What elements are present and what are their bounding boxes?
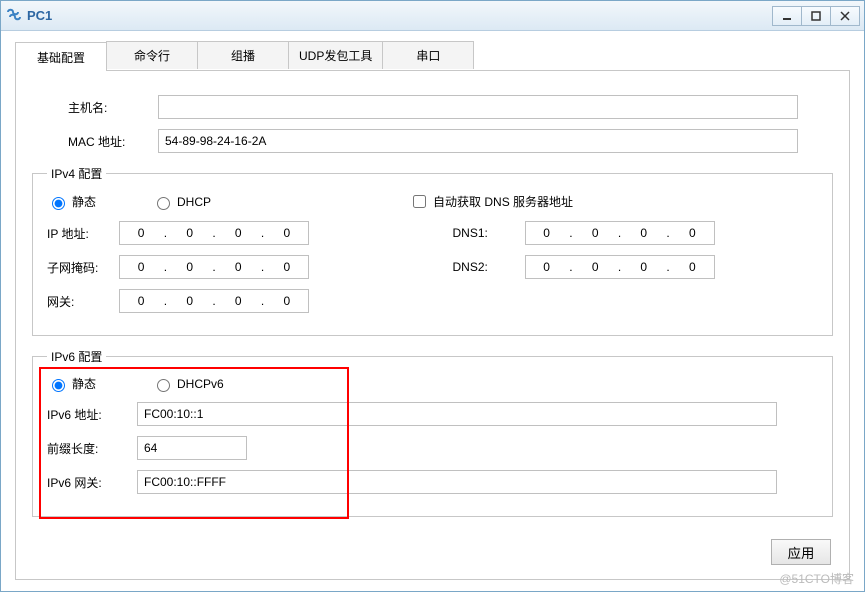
dns2-input[interactable]: 0.0.0.0 <box>525 255 715 279</box>
prefix-input[interactable] <box>137 436 247 460</box>
hostname-label: 主机名: <box>68 99 158 116</box>
ipv4-static-radio[interactable]: 静态 <box>47 193 96 210</box>
dns2-label: DNS2: <box>453 260 525 274</box>
prefix-label: 前缀长度: <box>47 440 137 457</box>
app-window: PC1 基础配置 命令行 组播 UDP发包工具 串口 主机名: MAC 地址: <box>0 0 865 592</box>
maximize-button[interactable] <box>801 6 831 26</box>
close-button[interactable] <box>830 6 860 26</box>
titlebar: PC1 <box>1 1 864 31</box>
dns1-label: DNS1: <box>453 226 525 240</box>
tab-basic[interactable]: 基础配置 <box>15 42 107 71</box>
ipv4-dhcp-radio[interactable]: DHCP <box>152 194 211 210</box>
ipv6addr-input[interactable] <box>137 402 777 426</box>
window-title: PC1 <box>27 8 773 23</box>
client-area: 基础配置 命令行 组播 UDP发包工具 串口 主机名: MAC 地址: IPv4… <box>1 31 864 591</box>
app-icon <box>5 7 23 25</box>
dns1-input[interactable]: 0.0.0.0 <box>525 221 715 245</box>
apply-button[interactable]: 应用 <box>771 539 831 565</box>
auto-dns-checkbox[interactable]: 自动获取 DNS 服务器地址 <box>409 192 573 211</box>
tab-multicast[interactable]: 组播 <box>197 41 289 69</box>
ipv6-static-radio[interactable]: 静态 <box>47 375 96 392</box>
tab-bar: 基础配置 命令行 组播 UDP发包工具 串口 <box>15 41 850 71</box>
config-panel: 主机名: MAC 地址: IPv4 配置 静态 DHCP 自动获取 DNS 服务… <box>15 71 850 580</box>
tab-serial[interactable]: 串口 <box>382 41 474 69</box>
ipv6-dhcp-radio[interactable]: DHCPv6 <box>152 376 224 392</box>
ipv4-group: IPv4 配置 静态 DHCP 自动获取 DNS 服务器地址 IP 地址: 0.… <box>32 165 833 336</box>
ipv4-legend: IPv4 配置 <box>47 165 106 182</box>
ipv6-legend: IPv6 配置 <box>47 348 106 365</box>
mac-input[interactable] <box>158 129 798 153</box>
hostname-input[interactable] <box>158 95 798 119</box>
ipv6addr-label: IPv6 地址: <box>47 406 137 423</box>
window-buttons <box>773 6 860 26</box>
ipaddr-input[interactable]: 0.0.0.0 <box>119 221 309 245</box>
ipv6gw-input[interactable] <box>137 470 777 494</box>
minimize-button[interactable] <box>772 6 802 26</box>
mask-label: 子网掩码: <box>47 259 119 276</box>
ipv6gw-label: IPv6 网关: <box>47 474 137 491</box>
gw-input[interactable]: 0.0.0.0 <box>119 289 309 313</box>
ipv6-group: IPv6 配置 静态 DHCPv6 IPv6 地址: 前缀长度: IPv6 网关… <box>32 348 833 517</box>
tab-udp[interactable]: UDP发包工具 <box>288 41 383 69</box>
gw-label: 网关: <box>47 293 119 310</box>
mac-label: MAC 地址: <box>68 133 158 150</box>
tab-cli[interactable]: 命令行 <box>106 41 198 69</box>
mask-input[interactable]: 0.0.0.0 <box>119 255 309 279</box>
ipaddr-label: IP 地址: <box>47 225 119 242</box>
